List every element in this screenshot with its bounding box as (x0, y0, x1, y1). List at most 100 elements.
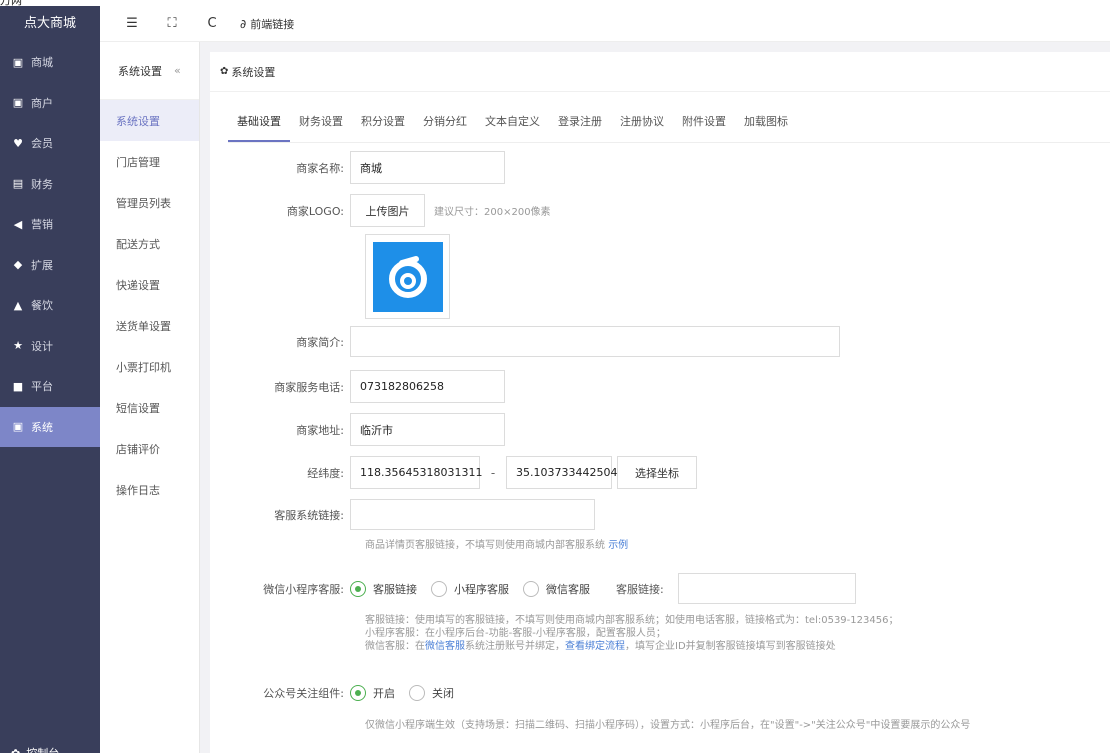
merchant-intro-label: 商家简介: (296, 335, 344, 349)
brand-logo-image (372, 241, 443, 312)
subnav-item-system-settings[interactable]: 系统设置 (100, 100, 199, 141)
merchant-address-input[interactable]: 临沂市 (350, 413, 505, 446)
radio-disable[interactable]: 关闭 (409, 685, 454, 701)
merchant-phone-input[interactable]: 073182806258 (350, 370, 505, 403)
tab-points[interactable]: 积分设置 (352, 108, 414, 142)
nav-item-system[interactable]: ▣ 系统 (0, 406, 100, 447)
tab-distribution[interactable]: 分销分红 (414, 108, 476, 142)
tab-loading-icon[interactable]: 加载图标 (735, 108, 797, 142)
finance-icon: ▤ (12, 177, 24, 191)
menu-toggle-icon[interactable]: ☰ (122, 16, 142, 31)
marketing-icon: ◀ (13, 217, 23, 231)
subnav-item-stores[interactable]: 门店管理 (100, 141, 199, 182)
row-merchant-logo: 商家LOGO: 上传图片 建议尺寸：200×200像素 (210, 194, 551, 227)
radio-unchecked-icon (431, 580, 447, 597)
radio-label: 小程序客服 (454, 582, 509, 596)
subnav-item-express[interactable]: 快递设置 (100, 264, 199, 305)
row-merchant-name: 商家名称: 商城 (210, 151, 505, 184)
mp-hint3-a: 微信客服：在 (365, 641, 425, 652)
subnav-item-reviews[interactable]: 店铺评价 (100, 428, 199, 469)
longitude-input[interactable]: 118.35645318031311 (350, 456, 482, 489)
radio-unchecked-icon (409, 685, 425, 701)
nav-item-console[interactable]: ✿ 控制台 (11, 745, 59, 753)
nav-item-label: 商城 (31, 56, 53, 70)
mp-hint3-b: 系统注册账号并绑定， (465, 641, 565, 652)
member-icon: ♥ (13, 136, 23, 150)
gear-icon: ✿ (11, 746, 21, 753)
nav-item-dining[interactable]: ▲ 餐饮 (0, 285, 100, 326)
nav-item-label: 财务 (31, 177, 53, 191)
nav-item-label: 营销 (31, 218, 53, 232)
binding-flow-link[interactable]: 查看绑定流程 (565, 641, 625, 652)
subnav-item-admins[interactable]: 管理员列表 (100, 182, 199, 223)
official-account-hint: 仅微信小程序端生效（支持场景：扫描二维码、扫描小程序码），设置方式：小程序后台，… (365, 720, 971, 731)
radio-wechat-cs[interactable]: 微信客服 (523, 580, 590, 597)
collapse-icon[interactable]: « (174, 64, 181, 77)
radio-cs-link[interactable]: 客服链接 (350, 580, 417, 597)
subnav-item-sms[interactable]: 短信设置 (100, 387, 199, 428)
row-coordinates: 经纬度: 118.35645318031311 - 35.10373344250… (210, 456, 697, 489)
radio-enable[interactable]: 开启 (350, 685, 395, 701)
wechat-cs-link[interactable]: 微信客服 (425, 641, 465, 652)
cs-link-label: 客服系统链接: (274, 508, 344, 522)
mp-hint-line3: 微信客服：在微信客服系统注册账号并绑定，查看绑定流程，填写企业ID并复制客服链接… (365, 640, 898, 653)
row-official-account: 公众号关注组件: 开启 关闭 (210, 685, 468, 701)
mp-cs-hint: 客服链接：使用填写的客服链接，不填写则使用商城内部客服系统；如使用电话客服，链接… (365, 614, 898, 653)
radio-mp-cs[interactable]: 小程序客服 (431, 580, 509, 597)
merchant-intro-input[interactable] (350, 326, 840, 357)
tab-basic[interactable]: 基础设置 (228, 108, 290, 142)
select-coordinates-button[interactable]: 选择坐标 (617, 456, 697, 489)
cs-link-hint: 商品详情页客服链接，不填写则使用商城内部客服系统 示例 (365, 539, 628, 552)
nav-item-design[interactable]: ★ 设计 (0, 326, 100, 367)
nav-item-member[interactable]: ♥ 会员 (0, 123, 100, 164)
mp-link-label: 客服链接: (616, 582, 664, 596)
latitude-input[interactable]: 35.10373344250422 (506, 456, 631, 489)
nav-item-label: 平台 (31, 380, 53, 394)
tab-attachments[interactable]: 附件设置 (673, 108, 735, 142)
nav-item-extension[interactable]: ◆ 扩展 (0, 245, 100, 286)
radio-label: 客服链接 (373, 582, 417, 596)
tab-finance[interactable]: 财务设置 (290, 108, 352, 142)
nav-item-label: 设计 (31, 339, 53, 353)
refresh-icon[interactable]: C (202, 16, 222, 31)
merchant-phone-label: 商家服务电话: (274, 380, 344, 394)
logo-mark-icon (388, 255, 427, 298)
shop-icon: ▣ (12, 55, 24, 69)
fullscreen-icon[interactable]: ⛶ (162, 16, 182, 31)
cs-link-input[interactable] (350, 499, 595, 530)
main-content: ✿ 系统设置 基础设置 财务设置 积分设置 分销分红 文本自定义 登录注册 注册协… (210, 52, 1110, 753)
merchant-name-label: 商家名称: (296, 161, 344, 175)
tab-login-register[interactable]: 登录注册 (549, 108, 611, 142)
nav-item-finance[interactable]: ▤ 财务 (0, 164, 100, 205)
upload-image-button[interactable]: 上传图片 (350, 194, 425, 227)
nav-item-marketing[interactable]: ◀ 营销 (0, 204, 100, 245)
subnav-item-delivery[interactable]: 配送方式 (100, 223, 199, 264)
link-icon: ∂ (240, 16, 247, 31)
nav-item-label: 扩展 (31, 258, 53, 272)
tab-text-custom[interactable]: 文本自定义 (476, 108, 549, 142)
merchant-address-label: 商家地址: (296, 423, 344, 437)
merchant-name-input[interactable]: 商城 (350, 151, 505, 184)
page-title: ✿ 系统设置 (210, 52, 1110, 92)
radio-label: 开启 (373, 687, 395, 700)
tab-agreement[interactable]: 注册协议 (611, 108, 673, 142)
cs-example-link[interactable]: 示例 (608, 540, 628, 551)
nav-item-platform[interactable]: ■ 平台 (0, 366, 100, 407)
nav-item-label: 系统 (31, 420, 53, 434)
gear-icon: ✿ (220, 66, 229, 77)
frontend-link-button[interactable]: ∂ 前端链接 (240, 16, 294, 32)
subnav-item-delivery-note[interactable]: 送货单设置 (100, 305, 199, 346)
subnav-item-printer[interactable]: 小票打印机 (100, 346, 199, 387)
coordinates-label: 经纬度: (307, 466, 344, 480)
nav-item-label: 控制台 (26, 745, 59, 753)
radio-unchecked-icon (523, 580, 539, 597)
logo-preview[interactable] (365, 234, 450, 319)
platform-icon: ■ (12, 379, 24, 393)
nav-item-merchant[interactable]: ▣ 商户 (0, 83, 100, 124)
merchant-icon: ▣ (12, 96, 24, 110)
nav-item-shop[interactable]: ▣ 商城 (0, 42, 100, 83)
mp-link-input[interactable] (677, 573, 856, 604)
row-merchant-phone: 商家服务电话: 073182806258 (210, 370, 505, 403)
mp-hint-line2: 小程序客服：在小程序后台-功能-客服-小程序客服，配置客服人员； (365, 628, 666, 639)
subnav-item-logs[interactable]: 操作日志 (100, 469, 199, 510)
